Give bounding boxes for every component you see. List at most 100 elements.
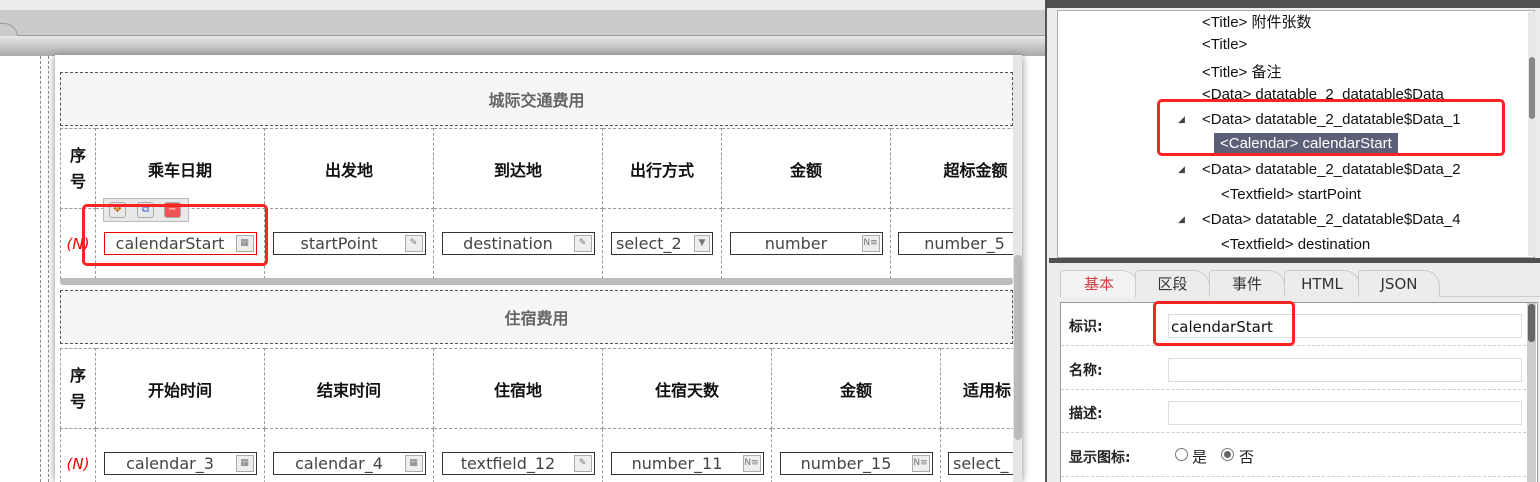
highlight-box	[82, 204, 268, 266]
table-header-row: 序号 开始时间 结束时间 住宿地 住宿天数 金额 适用标	[60, 348, 1013, 429]
tree-node[interactable]: <Textfield> destination	[1221, 236, 1370, 253]
highlight-box	[1157, 99, 1505, 156]
tab-basic[interactable]: 基本	[1060, 270, 1138, 297]
column-header-label: 序号	[69, 145, 86, 191]
field-label: select_	[953, 454, 1009, 473]
text-field[interactable]: textfield_12 ✎	[441, 452, 595, 475]
property-tabs: 基本 区段 事件 HTML JSON	[1060, 270, 1540, 297]
text-field[interactable]: destination ✎	[441, 232, 595, 255]
repeat-marker: (N)	[60, 428, 96, 482]
number-field[interactable]: number_15 N≡	[779, 452, 933, 475]
name-input[interactable]	[1168, 358, 1522, 382]
column-header: 超标金额	[890, 128, 1013, 209]
show-icon-no-radio[interactable]	[1221, 448, 1234, 461]
number-field[interactable]: number_11 N≡	[610, 452, 764, 475]
column-header: 出发地	[264, 128, 434, 209]
id-label: 标识:	[1069, 319, 1103, 335]
description-label: 描述:	[1069, 406, 1103, 422]
textfield-icon: ✎	[573, 455, 592, 472]
section-title-intercity-transport: 城际交通费用	[60, 72, 1013, 126]
field-label: number_5	[924, 234, 1005, 253]
description-input[interactable]	[1168, 401, 1522, 425]
field-label: destination	[463, 234, 553, 253]
canvas-header	[0, 36, 1045, 56]
toolbar	[0, 0, 1045, 10]
section-title-accommodation: 住宿费用	[60, 290, 1013, 344]
show-icon-yes-radio[interactable]	[1175, 448, 1188, 461]
column-header: 序号	[60, 348, 96, 429]
table-header-row: 序号 乘车日期 出发地 到达地 出行方式 金额 超标金额	[60, 128, 1013, 209]
textfield-icon: ✎	[573, 235, 592, 252]
property-panel: 标识: calendarStart 名称: 描述: 显示图标: 是 否	[1060, 302, 1538, 482]
select-field[interactable]: select_	[948, 452, 1013, 475]
highlight-box	[1153, 301, 1295, 346]
accommodation-table: 序号 开始时间 结束时间 住宿地 住宿天数 金额 适用标 (N) calenda…	[60, 348, 1013, 482]
prop-row-name: 名称:	[1061, 347, 1526, 390]
column-header: 开始时间	[95, 348, 265, 429]
yes-label: 是	[1192, 448, 1208, 466]
field-label: number	[764, 234, 828, 253]
table-row: (N) calendar_3 ▦ calendar_4 ▦ textfield_12…	[60, 428, 1013, 482]
panel-divider[interactable]	[1045, 0, 1049, 482]
column-header: 到达地	[433, 128, 603, 209]
tab-json[interactable]: JSON	[1358, 270, 1440, 297]
scrollbar-thumb[interactable]	[1014, 255, 1022, 440]
text-field[interactable]: startPoint ✎	[272, 232, 426, 255]
tree-node[interactable]: <Textfield> startPoint	[1221, 186, 1361, 203]
form-designer: 城际交通费用 序号 乘车日期 出发地 到达地 出行方式 金额 超标金额 (N) …	[55, 55, 1022, 482]
tree-node[interactable]: <Data> datatable_2_datatable$Data_4	[1202, 211, 1461, 228]
field-label: number_11	[631, 454, 723, 473]
name-label: 名称:	[1069, 363, 1103, 379]
tab-section[interactable]: 区段	[1135, 270, 1210, 297]
document-tab-strip	[0, 10, 1045, 47]
column-header: 出行方式	[602, 128, 722, 209]
guide-line	[48, 56, 49, 482]
number-field[interactable]: number N≡	[729, 232, 883, 255]
tree-scrollbar[interactable]	[1528, 12, 1536, 256]
textfield-icon: ✎	[404, 235, 423, 252]
no-label: 否	[1239, 448, 1255, 466]
field-label: select_2	[616, 234, 682, 253]
expand-triangle-icon[interactable]: ◢	[1178, 215, 1185, 225]
field-label: number_15	[800, 454, 892, 473]
tree-node[interactable]: <Title> 附件张数	[1202, 11, 1311, 32]
calendar-field[interactable]: calendar_3 ▦	[103, 452, 257, 475]
expand-triangle-icon[interactable]: ◢	[1178, 165, 1185, 175]
column-header: 序号	[60, 128, 96, 209]
calendar-field[interactable]: calendar_4 ▦	[272, 452, 426, 475]
tree-node[interactable]: <Title> 备注	[1202, 61, 1281, 82]
scrollbar-thumb[interactable]	[1528, 304, 1535, 342]
column-header-label: 序号	[69, 365, 86, 411]
tab-events[interactable]: 事件	[1209, 270, 1285, 297]
column-header: 金额	[771, 348, 941, 429]
field-label: startPoint	[300, 234, 378, 253]
column-header: 乘车日期	[95, 128, 265, 209]
select-field[interactable]: select_2 ▼	[611, 232, 713, 255]
number-icon: N≡	[861, 235, 880, 252]
number-icon: N≡	[742, 455, 761, 472]
calendar-icon[interactable]: ▦	[235, 455, 254, 472]
dropdown-arrow-icon[interactable]: ▼	[694, 235, 710, 252]
column-header: 住宿地	[433, 348, 603, 429]
column-header: 结束时间	[264, 348, 434, 429]
column-header: 住宿天数	[602, 348, 772, 429]
horizontal-scrollbar[interactable]	[60, 278, 1013, 285]
number-field[interactable]: number_5	[898, 232, 1013, 255]
prop-row-show-icon: 显示图标: 是 否	[1061, 434, 1526, 477]
number-icon: N≡	[911, 455, 930, 472]
column-header: 金额	[721, 128, 891, 209]
panel-splitter[interactable]	[1049, 258, 1540, 263]
tree-node[interactable]: <Data> datatable_2_datatable$Data_2	[1202, 161, 1461, 178]
show-icon-label: 显示图标:	[1069, 450, 1131, 466]
tree-node[interactable]: <Title>	[1202, 36, 1247, 53]
field-label: calendar_3	[126, 454, 214, 473]
prop-row-description: 描述:	[1061, 390, 1526, 433]
column-header: 适用标	[940, 348, 1013, 429]
scrollbar-thumb[interactable]	[1529, 57, 1535, 119]
field-label: textfield_12	[460, 454, 556, 473]
calendar-icon[interactable]: ▦	[404, 455, 423, 472]
guide-line	[40, 56, 41, 482]
tab-html[interactable]: HTML	[1284, 270, 1360, 297]
panel-header	[1045, 0, 1540, 8]
field-label: calendar_4	[295, 454, 383, 473]
